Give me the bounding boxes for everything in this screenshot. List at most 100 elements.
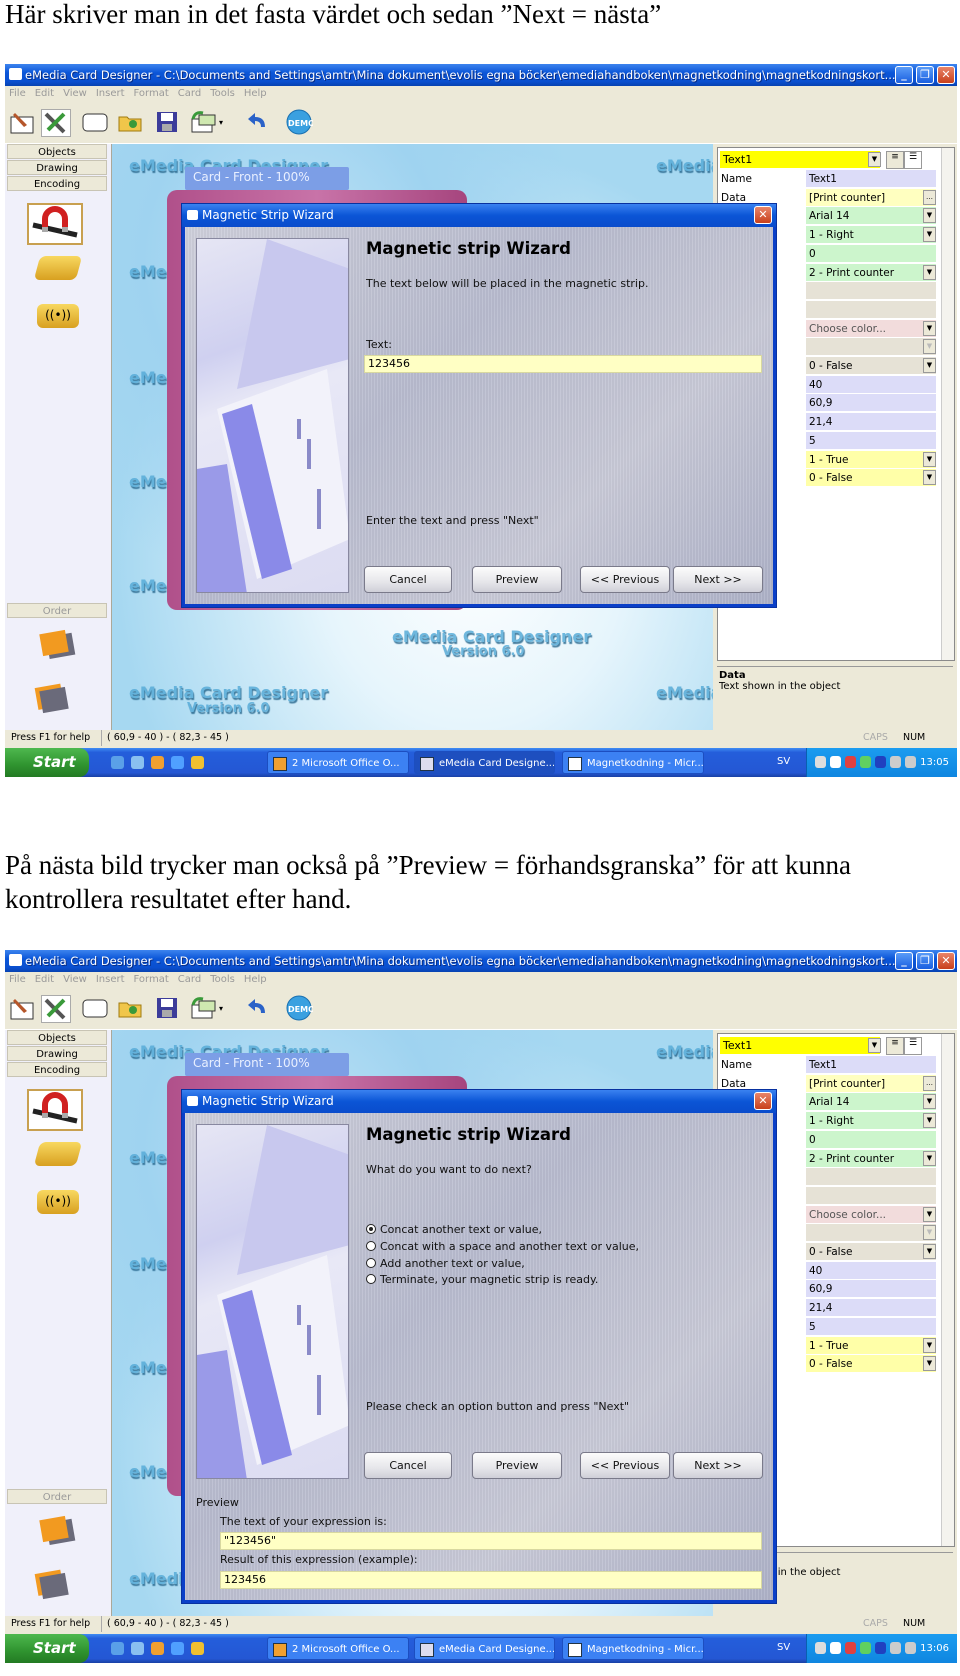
chevron-down-icon[interactable]: ▼ — [923, 339, 936, 355]
text-input[interactable]: 123456 — [364, 355, 762, 373]
tray-icon[interactable] — [860, 1642, 871, 1654]
quick-launch-icon[interactable] — [191, 756, 204, 769]
wizard-option[interactable]: Concat with a space and another text or … — [366, 1240, 639, 1253]
object-select-chevron-down-icon[interactable]: ▼ — [868, 152, 881, 167]
quick-launch-icon[interactable] — [111, 1642, 124, 1655]
tray-icon[interactable] — [890, 756, 901, 768]
tray-icon[interactable] — [890, 1642, 901, 1654]
minimize-button[interactable]: _ — [895, 66, 913, 84]
send-backward-icon[interactable] — [39, 1572, 69, 1600]
wizard-option[interactable]: Add another text or value, — [366, 1257, 525, 1270]
tray-icon[interactable] — [875, 756, 886, 768]
properties-scrollbar[interactable] — [941, 1034, 954, 1546]
tray-icon[interactable] — [830, 756, 841, 768]
chevron-down-icon[interactable]: ▼ — [923, 1150, 936, 1166]
demo-icon[interactable]: DEMO — [285, 995, 315, 1021]
menu-tools[interactable]: Tools — [206, 86, 240, 99]
close-button[interactable]: ✕ — [937, 952, 955, 970]
contactless-tool-icon[interactable]: ((•)) — [37, 1190, 79, 1214]
chevron-down-icon[interactable]: ▼ — [923, 320, 936, 336]
chevron-down-icon[interactable]: ▼ — [923, 264, 936, 280]
previous-button[interactable]: << Previous — [580, 566, 670, 593]
chevron-down-icon[interactable]: ▼ — [923, 1337, 936, 1353]
object-select[interactable]: Text1 — [720, 151, 880, 168]
language-indicator[interactable]: SV — [777, 756, 790, 767]
chevron-down-icon[interactable]: ▼ — [923, 358, 936, 373]
preview-button[interactable]: Preview — [472, 566, 562, 593]
chevron-down-icon[interactable]: ▼ — [923, 1225, 936, 1241]
wizard-option[interactable]: Terminate, your magnetic strip is ready. — [366, 1273, 598, 1286]
smart-chip-tool-icon[interactable] — [33, 1142, 83, 1166]
align-justify-button[interactable]: ☰ — [904, 151, 922, 169]
next-button[interactable]: Next >> — [673, 1452, 763, 1479]
magnetic-strip-tool-icon[interactable] — [27, 203, 83, 245]
taskbar-task[interactable]: Magnetkodning - Micr... — [562, 1637, 704, 1660]
menu-edit[interactable]: Edit — [31, 86, 59, 99]
chevron-down-icon[interactable]: ▼ — [923, 1113, 936, 1129]
quick-launch-icon[interactable] — [111, 756, 124, 769]
demo-icon[interactable]: DEMO — [285, 109, 315, 135]
quick-launch-icon[interactable] — [131, 756, 144, 769]
tray-icon[interactable] — [905, 1642, 916, 1654]
quick-launch-icon[interactable] — [191, 1642, 204, 1655]
menu-edit[interactable]: Edit — [31, 972, 59, 985]
taskbar-task[interactable]: Magnetkodning - Micr... — [562, 751, 704, 774]
preview-button[interactable]: Preview — [472, 1452, 562, 1479]
properties-scrollbar[interactable] — [941, 148, 954, 660]
radio-button[interactable] — [366, 1240, 376, 1251]
ellipsis-button[interactable]: … — [923, 189, 936, 205]
open-folder-icon[interactable] — [117, 995, 145, 1021]
taskbar-task[interactable]: 2 Microsoft Office O... — [267, 1637, 409, 1660]
taskbar-task[interactable]: eMedia Card Designe... — [414, 751, 555, 774]
menu-help[interactable]: Help — [240, 972, 272, 985]
chevron-down-icon[interactable]: ▼ — [923, 1206, 936, 1222]
quick-launch-icon[interactable] — [171, 1642, 184, 1655]
edit-card-icon[interactable] — [9, 995, 37, 1021]
minimize-button[interactable]: _ — [895, 952, 913, 970]
tools-icon[interactable] — [41, 109, 71, 137]
tab-objects[interactable]: Objects — [7, 144, 107, 159]
tab-objects[interactable]: Objects — [7, 1030, 107, 1045]
previous-button[interactable]: << Previous — [580, 1452, 670, 1479]
tab-encoding[interactable]: Encoding — [7, 176, 107, 191]
undo-icon[interactable] — [245, 995, 273, 1021]
restore-button[interactable]: ❐ — [916, 66, 934, 84]
smart-chip-tool-icon[interactable] — [33, 256, 83, 280]
tab-order[interactable]: Order — [7, 603, 107, 618]
edit-card-icon[interactable] — [9, 109, 37, 135]
contactless-tool-icon[interactable]: ((•)) — [37, 304, 79, 328]
radio-button[interactable] — [366, 1224, 376, 1234]
menu-tools[interactable]: Tools — [206, 972, 240, 985]
tray-icon[interactable] — [815, 1642, 826, 1654]
quick-launch-icon[interactable] — [131, 1642, 144, 1655]
tray-icon[interactable] — [845, 756, 856, 768]
bring-forward-icon[interactable] — [39, 1515, 69, 1543]
align-left-button[interactable]: ≡ — [886, 1037, 904, 1055]
align-justify-button[interactable]: ☰ — [904, 1037, 922, 1055]
radio-button[interactable] — [366, 1274, 376, 1285]
ellipsis-button[interactable]: … — [923, 1075, 936, 1091]
new-card-icon[interactable] — [81, 995, 109, 1021]
dialog-close-button[interactable]: ✕ — [754, 1092, 772, 1110]
restore-button[interactable]: ❐ — [916, 952, 934, 970]
chevron-down-icon[interactable]: ▼ — [923, 451, 936, 467]
menu-file[interactable]: File — [5, 86, 31, 99]
chevron-down-icon[interactable]: ▼ — [923, 470, 936, 486]
chevron-down-icon[interactable]: ▼ — [923, 1244, 936, 1259]
menu-insert[interactable]: Insert — [92, 86, 130, 99]
quick-launch-icon[interactable] — [151, 756, 164, 769]
radio-button[interactable] — [366, 1257, 376, 1268]
chevron-down-icon[interactable]: ▼ — [923, 208, 936, 224]
align-left-button[interactable]: ≡ — [886, 151, 904, 169]
tab-order[interactable]: Order — [7, 1489, 107, 1504]
tools-icon[interactable] — [41, 995, 71, 1023]
quick-launch-icon[interactable] — [151, 1642, 164, 1655]
menu-format[interactable]: Format — [130, 86, 174, 99]
tab-drawing[interactable]: Drawing — [7, 160, 107, 175]
save-icon[interactable] — [153, 995, 181, 1021]
open-folder-icon[interactable] — [117, 109, 145, 135]
undo-icon[interactable] — [245, 109, 273, 135]
quick-launch-icon[interactable] — [171, 756, 184, 769]
start-button[interactable]: Start — [5, 748, 89, 777]
menu-file[interactable]: File — [5, 972, 31, 985]
